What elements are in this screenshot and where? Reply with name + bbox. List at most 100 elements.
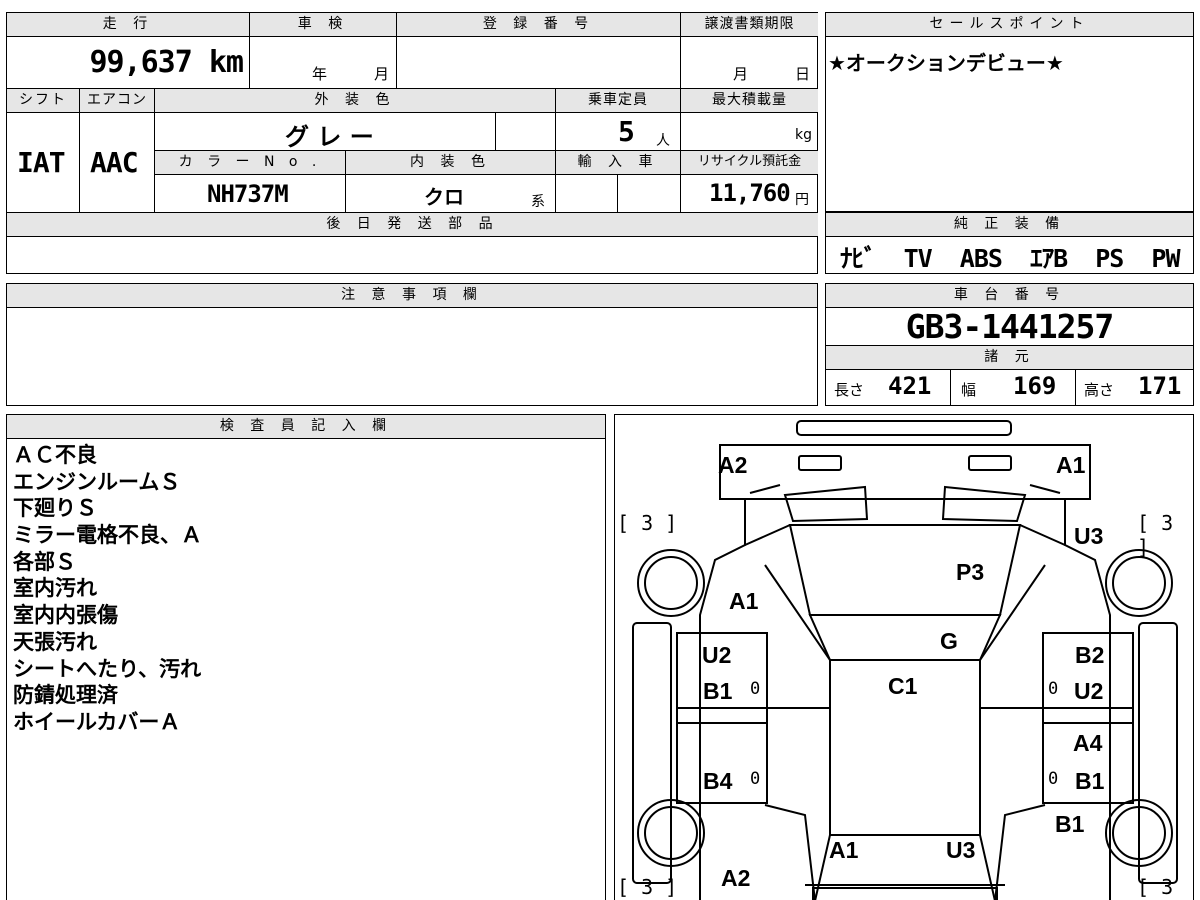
import-header: 輸 入 車 [556, 151, 681, 175]
inspector-line: ホイールカバーＡ [13, 709, 181, 734]
inspection-cell: 年 月 [250, 37, 397, 89]
mark-right-front-door-2: U2 [1074, 678, 1104, 704]
door-marker-right-front: 0 [1048, 679, 1059, 699]
interior-color-cell: クロ 系 [346, 175, 556, 213]
tire-rear-right: [ 3 ] [1137, 875, 1174, 900]
inspector-line: 室内汚れ [13, 576, 97, 601]
spec-length-cell: 長さ 421 [826, 370, 951, 405]
interior-color-suffix: 系 [531, 194, 545, 210]
color-no-header: カ ラ ー N o . [155, 151, 346, 175]
mark-left-front-door-1: U2 [702, 642, 732, 668]
spec-height-cell: 高さ 171 [1076, 370, 1193, 405]
transfer-deadline-cell: 月 日 [681, 37, 818, 89]
shift-value: IAT [17, 146, 66, 179]
max-load-cell: kg [681, 113, 818, 151]
mark-front-left-fender: A1 [729, 588, 759, 614]
spec-height-label: 高さ [1084, 381, 1115, 399]
damage-map-box: A2 A1 [ 3 ] [ 3 ] [ 3 ] [ 3 ] U3 P3 A1 G… [614, 414, 1194, 900]
mark-rear-hatch-1: A1 [829, 837, 859, 863]
mark-windshield: G [940, 628, 958, 654]
mark-left-front-door-2: B1 [703, 678, 733, 704]
inspector-line: 下廻りＳ [13, 496, 97, 521]
mark-bonnet: P3 [956, 559, 985, 585]
exterior-color-header: 外 装 色 [155, 89, 556, 113]
recycle-fee-cell: 11,760 円 [681, 175, 818, 213]
interior-color-value: クロ [424, 185, 464, 209]
mark-right-rear-door-2: B1 [1075, 768, 1105, 794]
mark-right-front-door-1: B2 [1075, 642, 1105, 668]
shift-cell: IAT [7, 113, 80, 213]
mark-rear-hatch-2: U3 [946, 837, 976, 863]
specs-header: 諸 元 [826, 346, 1193, 370]
inspector-line: ミラー電格不良、Ａ [13, 523, 202, 548]
door-marker-left-rear: 0 [750, 769, 761, 789]
chassis-box: 車 台 番 号 GB3-1441257 諸 元 長さ 421 幅 169 高さ … [825, 283, 1194, 406]
capacity-cell: 5 人 [556, 113, 681, 151]
exterior-color-value: グ レ ー [285, 123, 374, 151]
recycle-fee-header: リサイクル預託金 [681, 151, 818, 175]
mark-right-rear-door-1: A4 [1073, 730, 1103, 756]
chassis-header: 車 台 番 号 [826, 284, 1193, 308]
equipment-header: 純 正 装 備 [826, 213, 1193, 237]
transfer-deadline-header: 譲渡書類期限 [681, 13, 818, 37]
capacity-unit: 人 [656, 133, 670, 149]
capacity-header: 乗車定員 [556, 89, 681, 113]
max-load-unit: kg [795, 127, 812, 143]
interior-color-header: 内 装 色 [346, 151, 556, 175]
exterior-color-cell: グ レ ー [155, 113, 496, 151]
mileage-header: 走 行 [7, 13, 250, 37]
inspector-line: ＡＣ不良 [13, 443, 97, 467]
inspector-header: 検 査 員 記 入 欄 [7, 415, 605, 439]
mark-front-left-corner: A2 [718, 452, 748, 478]
registration-header: 登 録 番 号 [397, 13, 681, 37]
inspector-line: 室内内張傷 [13, 603, 118, 628]
inspection-header: 車 検 [250, 13, 397, 37]
notes-box: 注 意 事 項 欄 [6, 283, 818, 406]
mark-rear-bumper: A2 [721, 865, 751, 891]
color-no-value: NH737M [207, 180, 289, 208]
exterior-color-extra-cell [496, 113, 556, 151]
inspector-box: 検 査 員 記 入 欄 ＡＣ不良 エンジンルームＳ 下廻りＳ ミラー電格不良、Ａ… [6, 414, 606, 900]
transfer-day-unit: 日 [795, 65, 811, 83]
door-marker-left-front: 0 [750, 679, 761, 699]
mark-front-right-corner: A1 [1056, 452, 1086, 478]
inspector-line: 天張汚れ [13, 629, 97, 654]
chassis-number: GB3-1441257 [826, 308, 1193, 346]
max-load-header: 最大積載量 [681, 89, 818, 113]
vehicle-info-form: 走 行 車 検 登 録 番 号 譲渡書類期限 99,637 km 年 月 月 日… [6, 12, 818, 274]
mileage-value: 99,637 km [89, 45, 244, 80]
mark-left-rear-door: B4 [703, 768, 733, 794]
sales-point-box: セールスポイント ★オークションデビュー★ [825, 12, 1194, 212]
equipment-box: 純 正 装 備 ﾅﾋﾞ TV ABS ｴｱB PS PW [825, 212, 1194, 274]
spec-length-label: 長さ [834, 381, 865, 399]
spec-width-value: 169 [1013, 372, 1057, 400]
aircon-header: エアコン [80, 89, 155, 113]
later-parts-value [7, 237, 818, 273]
notes-header: 注 意 事 項 欄 [7, 284, 817, 308]
shift-header: シフト [7, 89, 80, 113]
door-marker-right-rear: 0 [1048, 769, 1059, 789]
inspector-line: 防錆処理済 [13, 683, 118, 708]
inspector-lines: ＡＣ不良 エンジンルームＳ 下廻りＳ ミラー電格不良、Ａ 各部Ｓ 室内汚れ 室内… [13, 442, 202, 736]
mark-right-rear-fender: B1 [1055, 811, 1085, 837]
inspector-line: エンジンルームＳ [13, 469, 181, 494]
spec-length-value: 421 [888, 372, 932, 400]
inspector-line: シートへたり、汚れ [13, 656, 202, 681]
inspection-year-unit: 年 [312, 65, 328, 83]
recycle-fee-unit: 円 [795, 192, 809, 208]
mileage-cell: 99,637 km [7, 37, 250, 89]
mark-front-right-fender: U3 [1074, 523, 1104, 549]
sales-point-value: ★オークションデビュー★ [828, 51, 1064, 75]
spec-height-value: 171 [1138, 372, 1182, 400]
sales-point-header: セールスポイント [826, 13, 1193, 37]
inspector-line: 各部Ｓ [13, 549, 76, 574]
later-parts-header: 後 日 発 送 部 品 [7, 213, 818, 237]
mark-roof: C1 [888, 673, 918, 699]
spec-width-label: 幅 [961, 381, 977, 399]
aircon-value: AAC [90, 146, 139, 179]
import-cell-1 [556, 175, 618, 213]
registration-cell [397, 37, 681, 89]
aircon-cell: AAC [80, 113, 155, 213]
transfer-month-unit: 月 [733, 65, 749, 83]
tire-front-right: [ 3 ] [1137, 511, 1174, 559]
